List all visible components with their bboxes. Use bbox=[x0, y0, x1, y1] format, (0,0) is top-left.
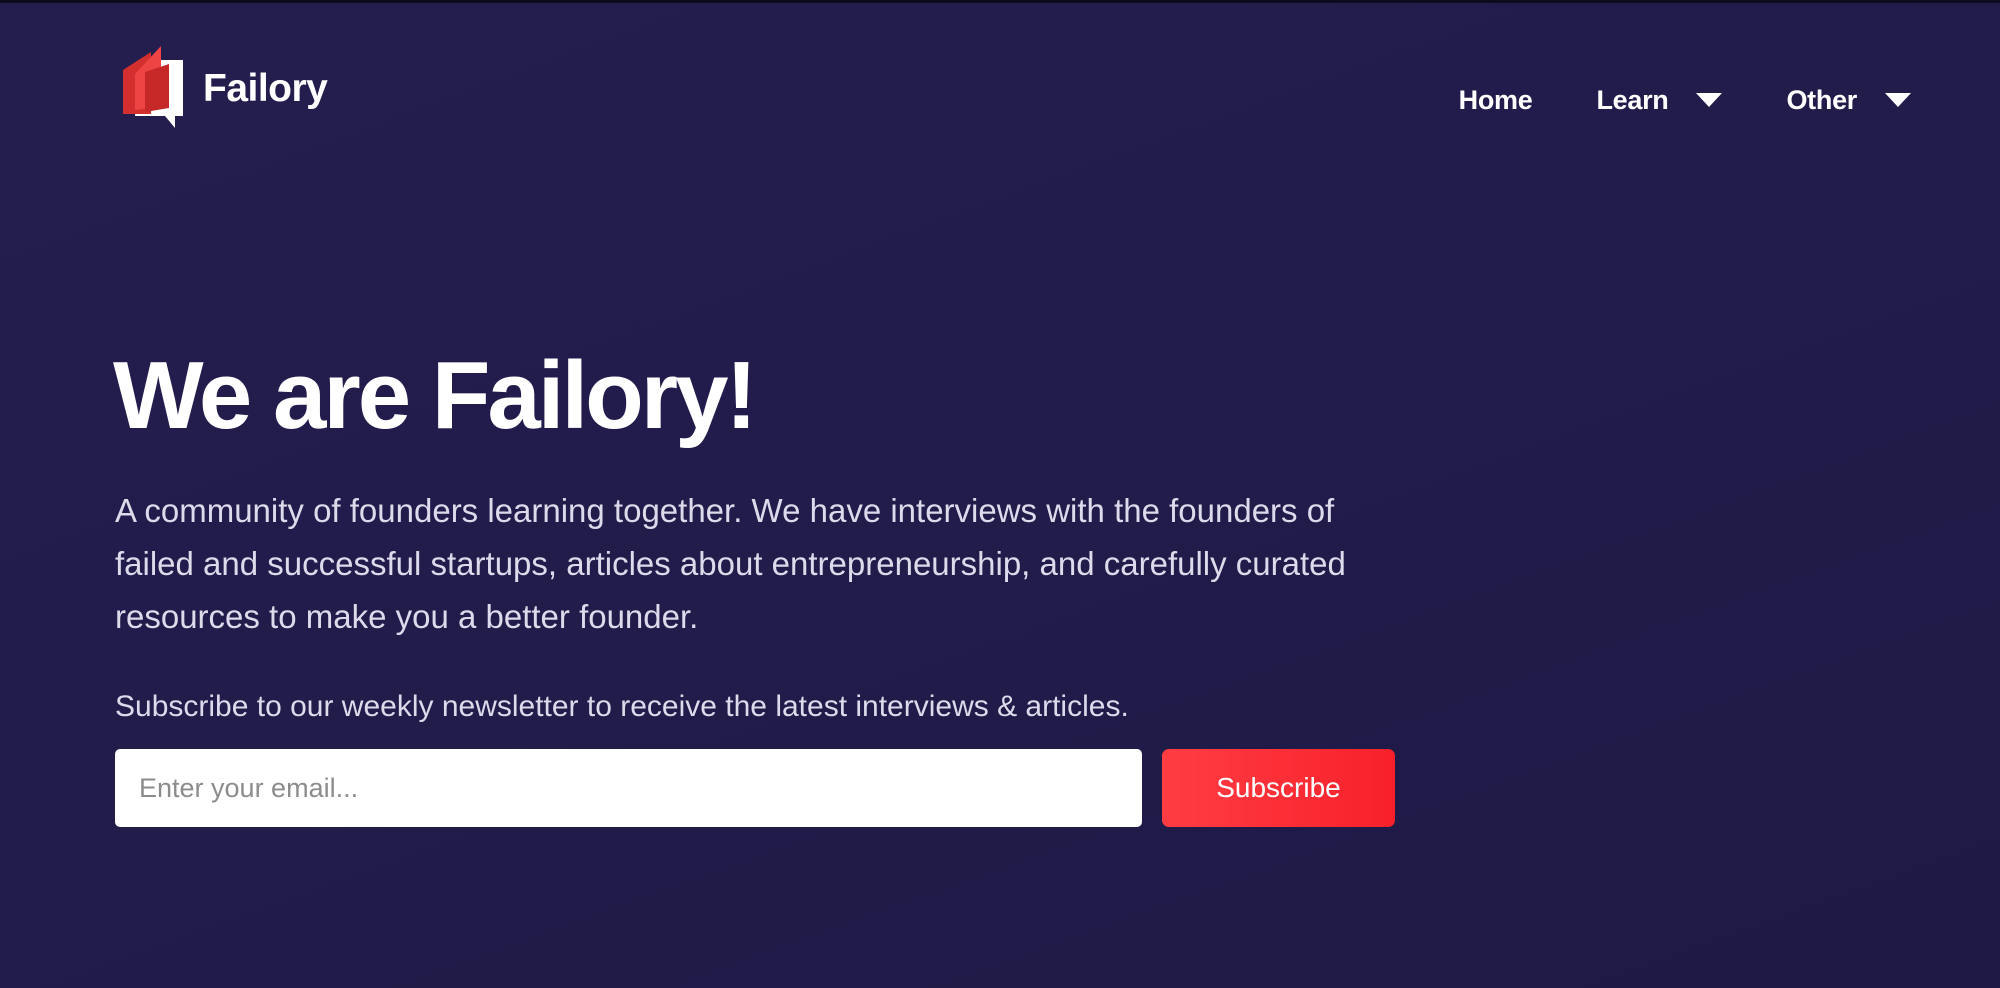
newsletter-form: Subscribe bbox=[115, 749, 1395, 827]
main-nav: Home Learn Other bbox=[1459, 74, 1911, 126]
nav-item-home[interactable]: Home bbox=[1459, 85, 1533, 116]
logo-text: Failory bbox=[203, 67, 328, 110]
hero-description: A community of founders learning togethe… bbox=[115, 492, 1346, 635]
nav-item-learn[interactable]: Learn bbox=[1596, 84, 1723, 116]
nav-item-home-label: Home bbox=[1458, 84, 1533, 115]
logo-link[interactable]: Failory bbox=[121, 44, 328, 130]
newsletter-prompt: Subscribe to our weekly newsletter to re… bbox=[115, 690, 1129, 723]
nav-item-other[interactable]: Other bbox=[1786, 85, 1911, 116]
nav-item-other-label: Other bbox=[1786, 84, 1857, 115]
chevron-down-icon bbox=[1885, 93, 1911, 107]
subscribe-button[interactable]: Subscribe bbox=[1162, 749, 1395, 827]
top-border bbox=[0, 0, 2000, 3]
email-input[interactable] bbox=[115, 749, 1142, 827]
failory-book-logo-icon bbox=[123, 46, 183, 128]
chevron-down-icon bbox=[1696, 93, 1723, 107]
nav-item-learn-label: Learn bbox=[1596, 84, 1669, 115]
hero-title: We are Failory! bbox=[113, 342, 757, 449]
